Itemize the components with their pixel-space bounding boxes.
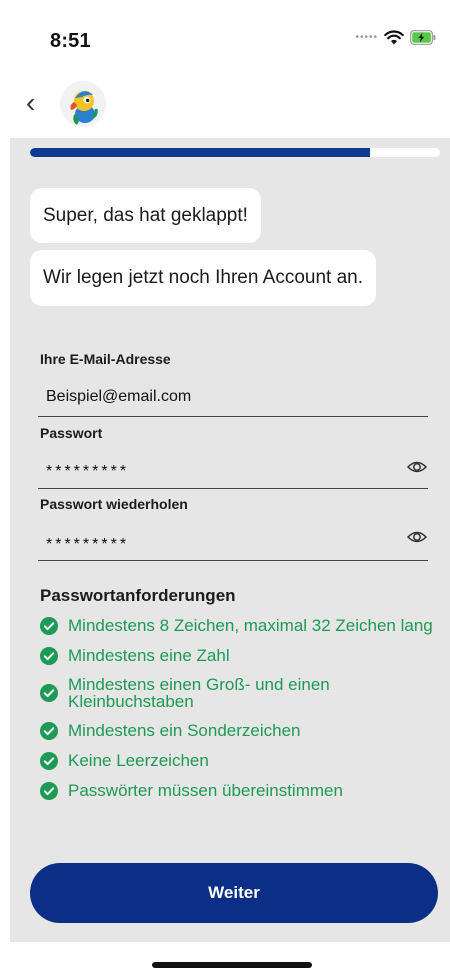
requirements-title: Passwortanforderungen	[40, 586, 236, 605]
signal-dots-icon: •••••	[355, 32, 378, 43]
requirement-text: Mindestens ein Sonderzeichen	[68, 721, 301, 740]
progress-fill	[30, 148, 371, 157]
chat-bubble: Wir legen jetzt noch Ihren Account an.	[30, 250, 377, 306]
email-field-wrapper	[38, 388, 428, 417]
password-label: Passwort	[40, 425, 103, 441]
repeat-password-label: Passwort wiederholen	[40, 496, 188, 512]
eye-icon[interactable]	[406, 526, 428, 548]
requirement-text: Mindestens 8 Zeichen, maximal 32 Zeichen…	[68, 616, 433, 635]
continue-button[interactable]: Weiter	[30, 863, 438, 923]
requirement-text: Mindestens eine Zahl	[68, 646, 230, 665]
requirement-item: Passwörter müssen übereinstimmen	[40, 781, 440, 800]
nav-bar: ‹	[0, 76, 450, 138]
eye-icon[interactable]	[406, 456, 428, 478]
home-indicator	[152, 962, 312, 968]
requirement-text: Keine Leerzeichen	[68, 751, 209, 770]
parrot-mascot-icon	[60, 81, 106, 127]
requirements-list: Mindestens 8 Zeichen, maximal 32 Zeichen…	[40, 616, 440, 811]
requirement-item: Mindestens einen Groß- und einen Kleinbu…	[40, 676, 440, 710]
chat-bubble: Super, das hat geklappt!	[30, 188, 261, 243]
check-circle-icon	[40, 647, 58, 665]
password-input[interactable]	[38, 463, 386, 481]
battery-charging-icon	[410, 30, 436, 45]
wifi-icon	[384, 30, 404, 45]
progress-bar	[30, 148, 440, 157]
check-circle-icon	[40, 722, 58, 740]
requirement-text: Mindestens einen Groß- und einen Kleinbu…	[68, 675, 330, 711]
chevron-left-icon[interactable]: ‹	[26, 88, 48, 118]
content-area: Super, das hat geklappt! Wir legen jetzt…	[10, 138, 450, 942]
status-bar: 8:51 •••••	[0, 0, 450, 76]
password-field-wrapper	[38, 456, 428, 489]
check-circle-icon	[40, 684, 58, 702]
email-input[interactable]	[38, 388, 386, 406]
check-circle-icon	[40, 752, 58, 770]
requirement-item: Mindestens 8 Zeichen, maximal 32 Zeichen…	[40, 616, 440, 635]
requirement-item: Keine Leerzeichen	[40, 751, 440, 770]
check-circle-icon	[40, 782, 58, 800]
status-time: 8:51	[50, 30, 91, 52]
requirement-text: Passwörter müssen übereinstimmen	[68, 781, 343, 800]
repeat-password-field-wrapper	[38, 526, 428, 561]
email-label: Ihre E-Mail-Adresse	[40, 351, 171, 367]
repeat-password-input[interactable]	[38, 536, 386, 554]
screen: 8:51 ••••• ‹ Super, das hat geklappt! Wi…	[0, 0, 450, 969]
status-icons: •••••	[355, 30, 436, 45]
requirement-item: Mindestens eine Zahl	[40, 646, 440, 665]
requirement-item: Mindestens ein Sonderzeichen	[40, 721, 440, 740]
check-circle-icon	[40, 617, 58, 635]
